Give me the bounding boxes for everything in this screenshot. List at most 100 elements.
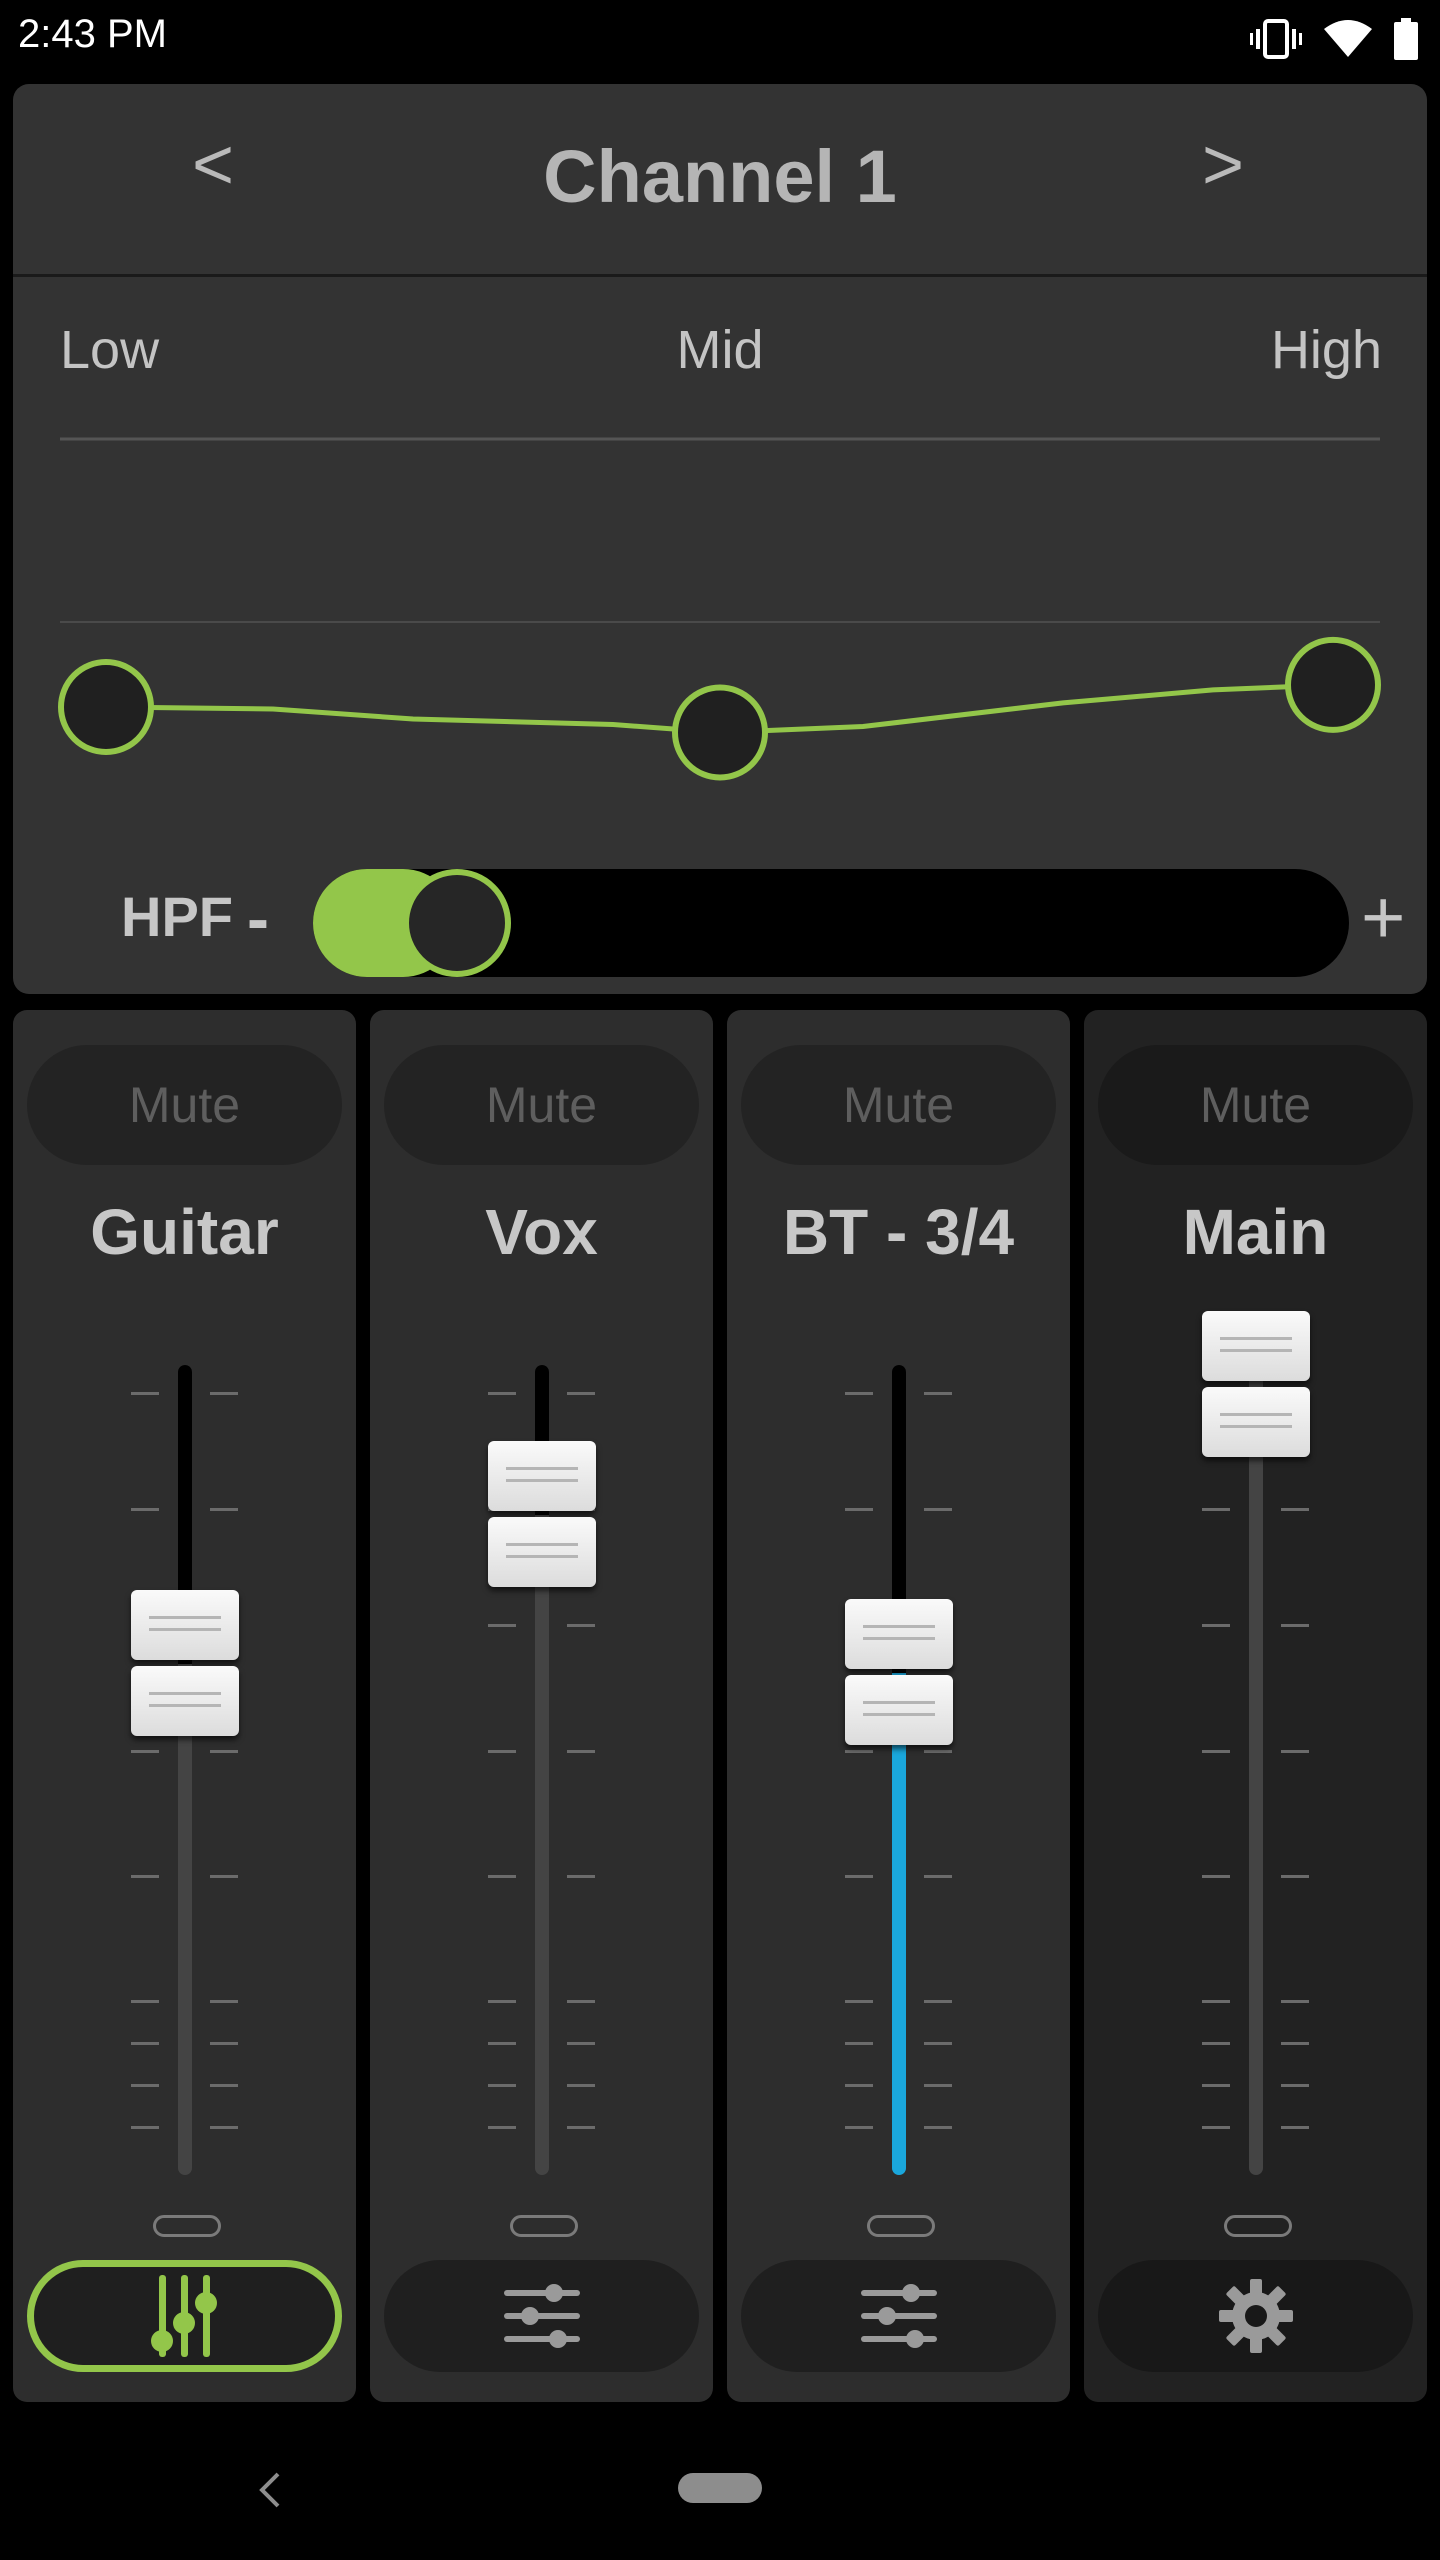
fader-tick [924, 1508, 952, 1511]
fader-tick [210, 1392, 238, 1395]
channel-strip: Mute BT - 3/4 [727, 1010, 1070, 2402]
fader-tick [210, 2084, 238, 2087]
fader-handle[interactable] [845, 1598, 953, 1747]
strip-name: Vox [485, 1196, 598, 1268]
mute-button[interactable]: Mute [1098, 1045, 1413, 1165]
fader-tick [924, 1750, 952, 1753]
strip-name: Guitar [90, 1196, 279, 1268]
mute-button[interactable]: Mute [27, 1045, 342, 1165]
status-time: 2:43 PM [18, 12, 167, 56]
fader-tick [567, 2000, 595, 2003]
fader-tick [1202, 1624, 1230, 1627]
fader-tick [488, 2084, 516, 2087]
fader-tick [488, 2042, 516, 2045]
fader-tick [1202, 2126, 1230, 2129]
fader-tick [210, 2126, 238, 2129]
fader-tick [1281, 2126, 1309, 2129]
nav-back-icon[interactable] [256, 2470, 286, 2510]
wifi-icon [1324, 20, 1372, 57]
nav-home-button[interactable] [678, 2473, 762, 2503]
fader-tick [845, 1392, 873, 1395]
fader-tick [131, 1875, 159, 1878]
fader-tick [567, 1750, 595, 1753]
vibrate-icon [1250, 19, 1302, 59]
strip-settings-button[interactable] [27, 2260, 342, 2372]
fader-tick [488, 1750, 516, 1753]
mute-button[interactable]: Mute [741, 1045, 1056, 1165]
fader-tick [845, 2042, 873, 2045]
fader-tick [1281, 2084, 1309, 2087]
fader-tick [210, 1508, 238, 1511]
strip-name: BT - 3/4 [782, 1196, 1015, 1268]
strip-settings-button[interactable] [741, 2260, 1056, 2372]
eq-graph[interactable] [13, 84, 1427, 804]
strip-indicator [1224, 2215, 1292, 2237]
eq-high-knob[interactable] [1285, 636, 1381, 733]
fader-tick [1281, 2042, 1309, 2045]
fader-tick [845, 1508, 873, 1511]
fader-tick [845, 2000, 873, 2003]
hpf-minus-button[interactable]: - [247, 880, 269, 956]
level-meter [892, 1672, 906, 2175]
fader-tick [131, 2126, 159, 2129]
fader-handle[interactable] [131, 1590, 239, 1738]
fader-tick [567, 2084, 595, 2087]
fader-tick [924, 2084, 952, 2087]
fader-tick [845, 2126, 873, 2129]
fader-tick [131, 1508, 159, 1511]
hpf-slider-knob[interactable] [403, 869, 511, 977]
fader-tick [210, 2042, 238, 2045]
gear-icon [1218, 2279, 1293, 2353]
strip-indicator [153, 2215, 221, 2237]
strip-settings-button[interactable] [1098, 2260, 1413, 2372]
mute-button[interactable]: Mute [384, 1045, 699, 1165]
fader-tick [210, 2000, 238, 2003]
sliders-icon [503, 2284, 580, 2348]
fader-tick [1281, 1624, 1309, 1627]
strip-name: Main [1182, 1196, 1329, 1268]
fader-tick [845, 1875, 873, 1878]
fader-handle[interactable] [488, 1440, 596, 1589]
fader-tick [488, 2126, 516, 2129]
fader-tick [1281, 2000, 1309, 2003]
fader-tick [924, 2000, 952, 2003]
fader-tick [567, 1875, 595, 1878]
fader-tick [131, 2042, 159, 2045]
fader-handle[interactable] [1202, 1311, 1310, 1459]
fader-tick [131, 2000, 159, 2003]
fader-tick [1202, 2000, 1230, 2003]
channel-strip: Mute Guitar [13, 1010, 356, 2402]
fader-tick [488, 1624, 516, 1627]
strip-settings-button[interactable] [384, 2260, 699, 2372]
fader-tick [567, 2042, 595, 2045]
fader-tick [567, 1392, 595, 1395]
fader-tick [210, 1750, 238, 1753]
eq-mid-knob[interactable] [672, 684, 768, 781]
fader-track[interactable] [1249, 1365, 1263, 2175]
fader-tick [1281, 1750, 1309, 1753]
hpf-label: HPF [121, 885, 233, 948]
fader-tick [924, 2126, 952, 2129]
eq-low-knob[interactable] [58, 659, 154, 755]
battery-icon [1394, 18, 1418, 60]
fader-tick [131, 2084, 159, 2087]
strip-indicator [510, 2215, 578, 2237]
fader-tick [1202, 2084, 1230, 2087]
sliders-icon [860, 2284, 937, 2348]
hpf-plus-button[interactable]: + [1361, 874, 1405, 961]
fader-tick [1281, 1875, 1309, 1878]
fader-tick [845, 2084, 873, 2087]
channel-panel: < Channel 1 > Low Mid High HPF - + [13, 84, 1427, 994]
fader-tick [924, 1875, 952, 1878]
fader-tick [488, 1875, 516, 1878]
fader-tick [924, 2042, 952, 2045]
status-bar [0, 0, 1440, 80]
fader-tick [845, 1750, 873, 1753]
fader-tick [1281, 1508, 1309, 1511]
channel-strip: Mute Vox [370, 1010, 713, 2402]
fader-tick [131, 1750, 159, 1753]
fader-tick [210, 1875, 238, 1878]
mixer-sliders-icon [150, 2275, 217, 2357]
fader-tick [1202, 1875, 1230, 1878]
fader-tick [1202, 1750, 1230, 1753]
